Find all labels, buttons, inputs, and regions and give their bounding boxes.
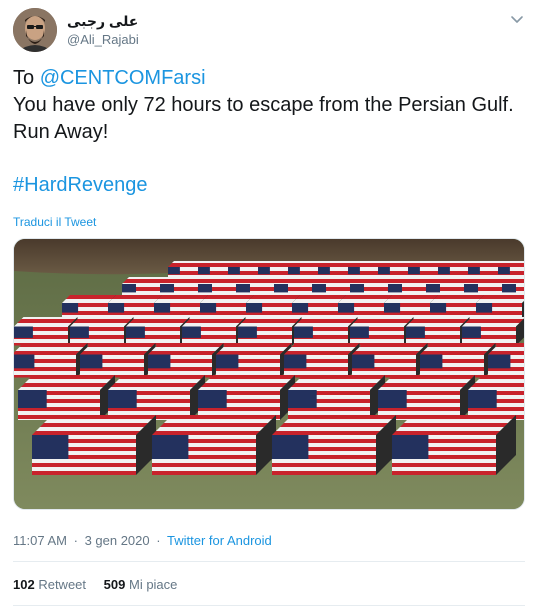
likes-label: Mi piace	[128, 577, 178, 592]
likes-count: 509	[103, 577, 126, 592]
hashtag-link[interactable]: #HardRevenge	[13, 172, 148, 199]
tweet-source-link[interactable]: Twitter for Android	[167, 533, 272, 548]
divider-top	[13, 561, 525, 562]
chevron-down-icon[interactable]	[508, 10, 526, 28]
tweet-time[interactable]: 11:07 AM	[13, 533, 67, 548]
to-prefix: To	[13, 67, 40, 89]
tweet-card: علی رجبی @Ali_Rajabi To @CENTCOMFarsi Yo…	[0, 0, 540, 610]
tweet-text: To @CENTCOMFarsi You have only 72 hours …	[13, 65, 528, 146]
meta-separator: ·	[73, 533, 78, 548]
meta-separator-2: ·	[156, 533, 161, 548]
tweet-meta: 11:07 AM · 3 gen 2020 · Twitter for Andr…	[13, 533, 272, 548]
retweets-count: 102	[13, 577, 35, 592]
mention-link[interactable]: @CENTCOMFarsi	[40, 67, 206, 89]
tweet-photo[interactable]	[13, 238, 525, 510]
translate-tweet-link[interactable]: Traduci il Tweet	[13, 215, 96, 229]
retweets-stat[interactable]: 102 Retweet	[13, 577, 86, 592]
author-handle[interactable]: @Ali_Rajabi	[67, 32, 139, 47]
tweet-date[interactable]: 3 gen 2020	[85, 533, 150, 548]
divider-bottom	[13, 605, 525, 606]
author-display-name[interactable]: علی رجبی	[67, 13, 138, 30]
retweets-label: Retweet	[38, 577, 87, 592]
likes-stat[interactable]: 509 Mi piace	[104, 577, 178, 592]
tweet-line-3: Run Away!	[13, 121, 109, 143]
tweet-line-1: To @CENTCOMFarsi	[13, 65, 528, 92]
tweet-line-2: You have only 72 hours to escape from th…	[13, 94, 514, 116]
tweet-stats: 102 Retweet 509 Mi piace	[13, 577, 191, 592]
avatar[interactable]	[13, 8, 57, 52]
